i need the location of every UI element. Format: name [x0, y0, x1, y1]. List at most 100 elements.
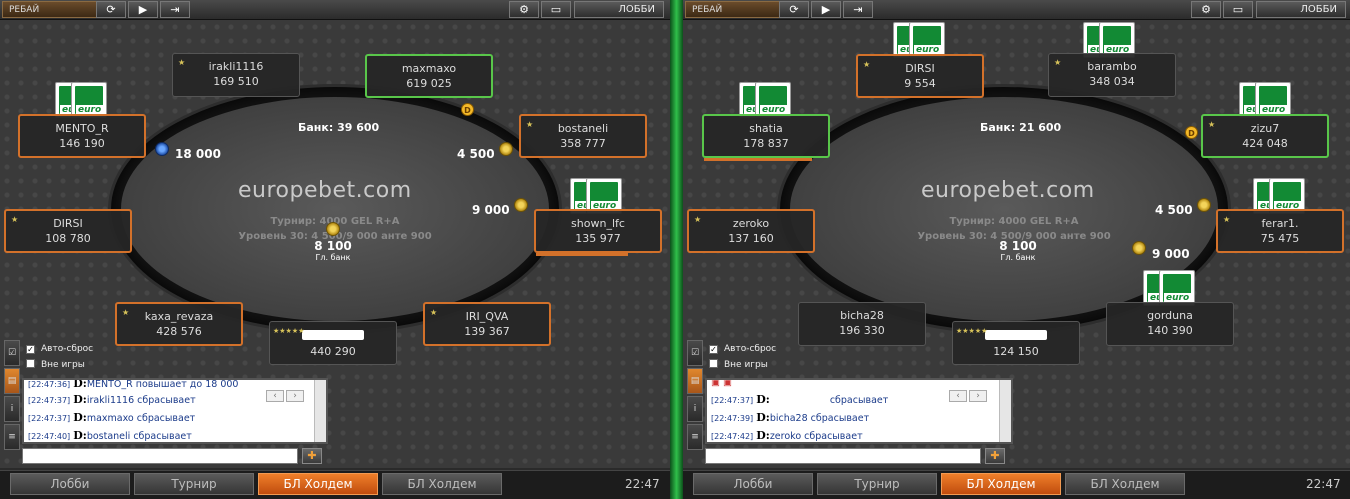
exit-icon[interactable]: ⇥ [160, 1, 190, 18]
seat-kaxa-revaza[interactable]: ★ kaxa_revaza 428 576 [115, 302, 243, 346]
info-icon[interactable]: i [687, 396, 703, 422]
star-icon: ★ [122, 308, 130, 317]
refresh-icon[interactable]: ⟳ [779, 1, 809, 18]
arrow-right-icon[interactable]: › [286, 390, 304, 402]
stats-icon[interactable]: ≡ [4, 424, 20, 450]
checkbox-label: Авто-сброс [41, 344, 94, 354]
rebuy-button[interactable]: РЕБАЙ [685, 1, 781, 18]
player-stack: 428 576 [156, 325, 202, 338]
hidden-name [985, 330, 1047, 340]
tab-tournament[interactable]: Турнир [817, 473, 937, 495]
player-stack: 135 977 [575, 232, 621, 245]
send-icon[interactable]: ✚ [985, 448, 1005, 464]
sit-out-checkbox[interactable]: Вне игры [26, 359, 85, 370]
player-name: bicha28 [840, 309, 884, 322]
chat-nav: ‹ › [264, 390, 304, 402]
chat-input[interactable] [22, 448, 298, 464]
lobby-button[interactable]: ЛОББИ [1256, 1, 1346, 18]
checkbox-icon [26, 359, 35, 368]
rank-stars-icon: ★★★★★ [956, 327, 988, 335]
side-buttons: ☑ ▤ i ≡ [4, 340, 20, 452]
seat-gorduna[interactable]: gorduna 140 390 [1106, 302, 1234, 346]
seat-barambo[interactable]: ★ barambo 348 034 [1048, 53, 1176, 97]
player-cards: euro euro [55, 82, 115, 118]
auto-fold-checkbox[interactable]: ✓ Авто-сброс [709, 344, 776, 354]
tab-lobby[interactable]: Лобби [10, 473, 130, 495]
seat-dirsi[interactable]: ★ DIRSI 108 780 [4, 209, 132, 253]
seat-mento-r[interactable]: MENTO_R 146 190 [18, 114, 146, 158]
seat-iri-qva[interactable]: ★ IRI_QVA 139 367 [423, 302, 551, 346]
chat-line: [22:47:37] D: сбрасывает [711, 393, 889, 406]
seat-ferar1[interactable]: ★ ferar1. 75 475 [1216, 209, 1344, 253]
play-icon[interactable]: ▶ [128, 1, 158, 18]
chat-icon[interactable]: ▤ [4, 368, 20, 394]
tab-table-active[interactable]: БЛ Холдем [258, 473, 378, 495]
tab-lobby[interactable]: Лобби [693, 473, 813, 495]
player-stack: 137 160 [728, 232, 774, 245]
gear-icon[interactable]: ⚙ [1191, 1, 1221, 18]
seat-zeroko[interactable]: ★ zeroko 137 160 [687, 209, 815, 253]
brand-domain: .com [355, 178, 412, 203]
play-icon[interactable]: ▶ [811, 1, 841, 18]
seat-dirsi[interactable]: ★ DIRSI 9 554 [856, 54, 984, 98]
chat-scrollbar[interactable] [314, 380, 326, 442]
chat-line: [22:47:36] D:MENTO_R повышает до 18 000 [28, 378, 239, 390]
brand-logo: europebet.com [238, 178, 412, 203]
tab-tournament[interactable]: Турнир [134, 473, 254, 495]
window-icon[interactable]: ▭ [1223, 1, 1253, 18]
seat-irakli1116[interactable]: ★ irakli1116 169 510 [172, 53, 300, 97]
chat-line: [22:47:39] D:bicha28 сбрасывает [711, 411, 870, 424]
auto-fold-checkbox[interactable]: ✓ Авто-сброс [26, 344, 93, 354]
tab-table[interactable]: БЛ Холдем [382, 473, 502, 495]
tab-bar: Лобби Турнир БЛ Холдем БЛ Холдем 22:47 [0, 470, 670, 499]
checklist-icon[interactable]: ☑ [687, 340, 703, 366]
chat-line: [22:47:42] D:zeroko сбрасывает [711, 429, 863, 442]
player-stack: 424 048 [1242, 137, 1288, 150]
tab-bar: Лобби Турнир БЛ Холдем БЛ Холдем 22:47 [683, 470, 1350, 499]
seat-hero[interactable]: ★★★★★ 440 290 [269, 321, 397, 365]
seat-shown-lfc[interactable]: shown_lfc 135 977 [534, 209, 662, 256]
brand-name: europebet [921, 178, 1039, 203]
gear-icon[interactable]: ⚙ [509, 1, 539, 18]
player-name: maxmaxo [401, 62, 457, 75]
chat-log: [22:47:36] D:MENTO_R повышает до 18 000 … [22, 378, 328, 444]
chip-stack-icon [514, 198, 528, 212]
rebuy-button[interactable]: РЕБАЙ [2, 1, 98, 18]
stats-icon[interactable]: ≡ [687, 424, 703, 450]
player-stack: 124 150 [993, 345, 1039, 358]
seat-shatia[interactable]: shatia 178 837 [702, 114, 830, 161]
window-icon[interactable]: ▭ [541, 1, 571, 18]
arrow-right-icon[interactable]: › [969, 390, 987, 402]
seat-bostaneli[interactable]: ★ bostaneli 358 777 [519, 114, 647, 158]
refresh-icon[interactable]: ⟳ [96, 1, 126, 18]
arrow-left-icon[interactable]: ‹ [266, 390, 284, 402]
player-name: shown_lfc [571, 217, 625, 230]
player-name: barambo [1087, 60, 1137, 73]
seat-maxmaxo[interactable]: maxmaxo 619 025 [365, 54, 493, 98]
bet-amount: 18 000 [175, 147, 221, 161]
checkbox-label: Вне игры [724, 360, 768, 370]
chat-scrollbar[interactable] [999, 380, 1011, 442]
send-icon[interactable]: ✚ [302, 448, 322, 464]
tab-table-active[interactable]: БЛ Холдем [941, 473, 1061, 495]
main-pot-amount: 8 100 [999, 239, 1037, 253]
card-back-icon: euro [71, 82, 107, 118]
seat-hero[interactable]: ★★★★★ 124 150 [952, 321, 1080, 365]
seat-bicha28[interactable]: bicha28 196 330 [798, 302, 926, 346]
info-icon[interactable]: i [4, 396, 20, 422]
star-icon: ★ [178, 58, 186, 67]
checklist-icon[interactable]: ☑ [4, 340, 20, 366]
chat-icon[interactable]: ▤ [687, 368, 703, 394]
sit-out-checkbox[interactable]: Вне игры [709, 359, 768, 370]
seat-zizu7[interactable]: ★ zizu7 424 048 [1201, 114, 1329, 158]
player-cards: euro euro [1143, 270, 1203, 306]
lobby-button[interactable]: ЛОББИ [574, 1, 664, 18]
exit-icon[interactable]: ⇥ [843, 1, 873, 18]
bet-amount: 4 500 [1155, 203, 1193, 217]
chat-input[interactable] [705, 448, 981, 464]
tab-table[interactable]: БЛ Холдем [1065, 473, 1185, 495]
star-icon: ★ [1054, 58, 1062, 67]
brand-domain: .com [1038, 178, 1095, 203]
arrow-left-icon[interactable]: ‹ [949, 390, 967, 402]
bet-amount: 9 000 [472, 203, 510, 217]
